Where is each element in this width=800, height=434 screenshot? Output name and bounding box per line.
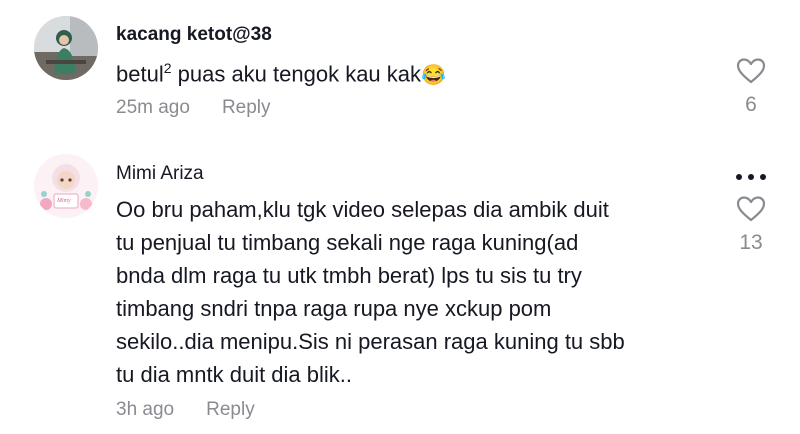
avatar-image [34,16,98,80]
heart-outline-icon [736,58,766,84]
comment-author[interactable]: kacang ketot@38 [116,24,272,46]
like-button[interactable]: 13 [731,196,771,255]
reply-button[interactable]: Reply [222,97,271,118]
like-count: 13 [739,231,763,254]
avatar[interactable]: Mimy [34,154,98,218]
reply-button[interactable]: Reply [206,399,255,420]
laughing-emoji-icon: 😂 [421,64,446,87]
more-dots-icon [748,174,754,180]
comment-text-rest: puas aku tengok kau kak [171,61,422,87]
comment-text-main: betul [116,61,164,87]
like-count: 6 [745,93,757,116]
avatar-image [34,154,98,218]
like-button[interactable]: 6 [731,58,771,117]
comment-meta: 25m ago Reply [116,97,271,119]
heart-outline-icon [736,196,766,222]
comment-meta: 3h ago Reply [116,399,255,421]
comment-text-superscript: 2 [163,60,172,76]
comment-text: betul2 puas aku tengok kau kak😂 [116,52,446,92]
comment-text: Oo bru paham,klu tgk video selepas dia a… [116,197,625,387]
more-options-button[interactable] [734,170,768,184]
comment-author[interactable]: Mimi Ariza [116,163,204,185]
comment-item: kacang ketot@38 betul2 puas aku tengok k… [0,0,800,140]
more-dots-icon [760,174,766,180]
comment-item: Mimy Mimi Ariza Oo bru paham,klu tgk vid… [0,140,800,434]
comment-timestamp: 25m ago [116,97,190,118]
avatar[interactable] [34,16,98,80]
comment-timestamp: 3h ago [116,399,175,420]
avatar-badge: Mimy [57,198,71,204]
more-dots-icon [736,174,742,180]
